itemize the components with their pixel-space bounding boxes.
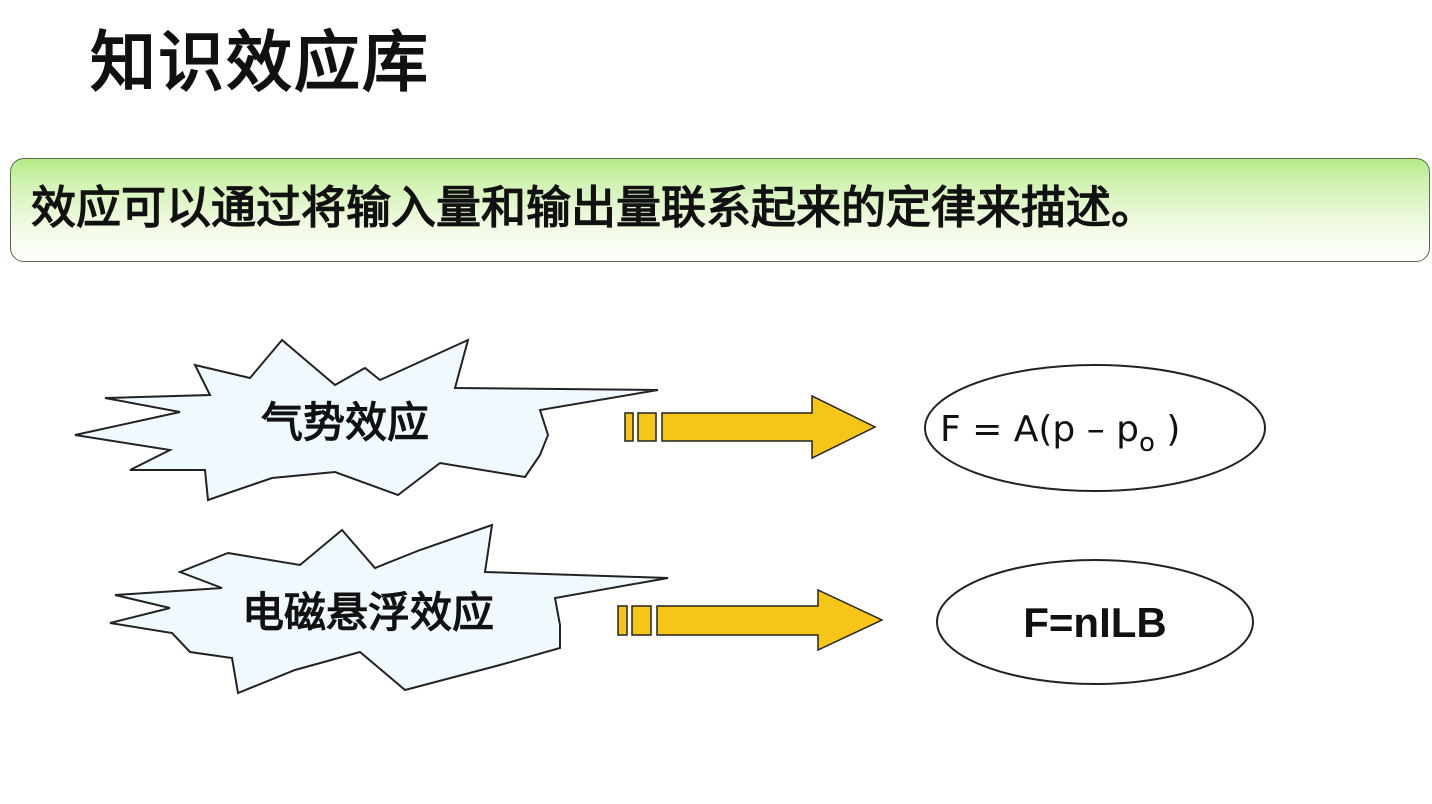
arrow-1 bbox=[624, 394, 877, 460]
formula-1-subscript: o bbox=[1139, 428, 1155, 458]
effect-name-2: 电磁悬浮效应 bbox=[242, 588, 494, 637]
formula-1-main: F = A(p – p bbox=[940, 409, 1139, 450]
arrow-1-body bbox=[661, 394, 877, 460]
effect-name-1: 气势效应 bbox=[261, 398, 429, 447]
effect-row-1: 气势效应 F = A(p – po ) bbox=[74, 338, 1266, 502]
slide: 知识效应库 效应可以通过将输入量和输出量联系起来的定律来描述。 气势效应 F =… bbox=[0, 0, 1432, 804]
formula-2: F=nILB bbox=[1023, 599, 1167, 646]
arrow-2 bbox=[617, 588, 884, 652]
arrow-2-stripe-b bbox=[631, 605, 652, 636]
arrow-2-body bbox=[656, 588, 884, 652]
arrow-1-stripe-b bbox=[637, 412, 657, 442]
effect-row-2: 电磁悬浮效应 F=nILB bbox=[109, 523, 1254, 695]
arrow-1-stripe-a bbox=[624, 412, 634, 442]
effects-diagram: 气势效应 F = A(p – po ) 电磁悬浮效应 F=nILB bbox=[74, 338, 1266, 695]
formula-1-tail: ) bbox=[1155, 409, 1181, 450]
arrow-2-stripe-a bbox=[617, 605, 628, 636]
